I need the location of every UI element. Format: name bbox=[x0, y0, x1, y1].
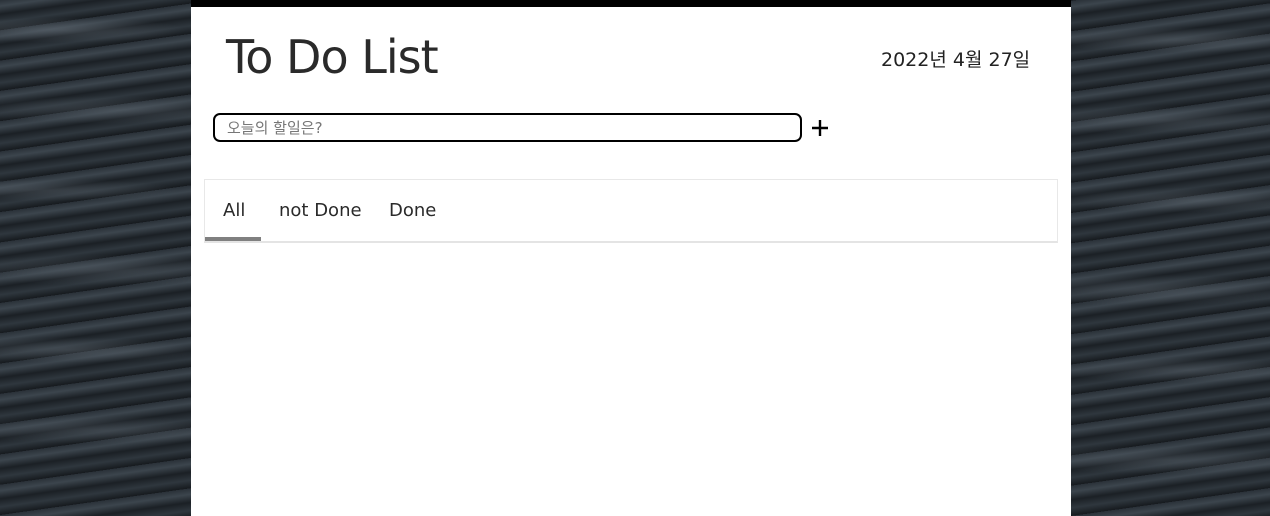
todo-panel: To Do List 2022년 4월 27일 All not Done Don… bbox=[191, 7, 1071, 516]
active-tab-indicator bbox=[205, 237, 261, 241]
tab-bar: All not Done Done bbox=[204, 179, 1058, 243]
top-strip bbox=[191, 0, 1071, 7]
page-title: To Do List bbox=[226, 30, 439, 84]
tab-not-done[interactable]: not Done bbox=[279, 180, 362, 242]
task-input[interactable] bbox=[213, 113, 802, 142]
current-date: 2022년 4월 27일 bbox=[881, 49, 1031, 71]
tab-done[interactable]: Done bbox=[389, 180, 436, 242]
plus-icon bbox=[812, 120, 828, 136]
add-task-button[interactable] bbox=[808, 115, 832, 141]
tab-all[interactable]: All bbox=[223, 180, 245, 242]
